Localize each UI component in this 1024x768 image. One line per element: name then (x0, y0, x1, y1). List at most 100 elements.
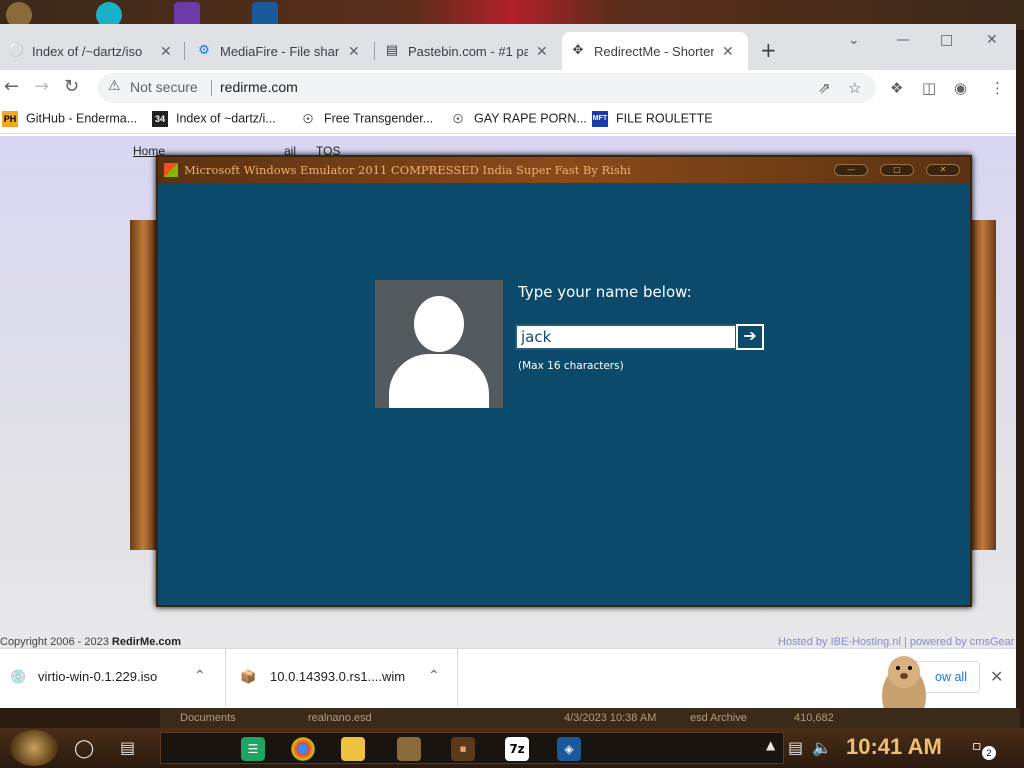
back-button[interactable]: ← (4, 76, 19, 97)
tab-search-chevron-icon[interactable]: ⌄ (848, 32, 860, 48)
ph-badge-icon: PH (2, 111, 18, 127)
footer-brand-link[interactable]: RedirMe.com (112, 636, 181, 648)
bookmark-label: Index of ~dartz/i... (176, 111, 276, 126)
windows-logo-icon (164, 163, 178, 177)
minimize-button[interactable]: — (896, 32, 910, 48)
file-explorer-icon[interactable] (341, 737, 365, 761)
name-prompt: Type your name below: (518, 283, 692, 301)
side-panel-icon[interactable]: ◫ (922, 79, 936, 97)
close-downloads-icon[interactable]: ✕ (990, 667, 1003, 686)
close-window-button[interactable]: ✕ (986, 32, 998, 48)
not-secure-label[interactable]: Not secure (130, 79, 198, 95)
name-input[interactable] (515, 324, 737, 350)
network-icon[interactable]: ▤ (788, 738, 803, 757)
footer-copyright: Copyright 2006 - 2023 RedirMe.com (0, 636, 181, 648)
tab-label: RedirectMe - Shorten (594, 43, 714, 59)
behind-size: 410,682 (794, 712, 834, 724)
tab-pastebin[interactable]: ▤ Pastebin.com - #1 paste tool ✕ (376, 32, 562, 70)
wim-app-icon[interactable]: ■ (451, 737, 475, 761)
tab-redirectme[interactable]: ✥ RedirectMe - Shorten ✕ (562, 32, 748, 70)
url-text[interactable]: redirme.com (220, 79, 298, 95)
tab-label: Pastebin.com - #1 paste tool (408, 43, 528, 59)
wim-file-icon: 📦 (240, 669, 257, 684)
iso-file-icon: 💿 (10, 669, 27, 684)
close-tab-icon[interactable]: ✕ (536, 43, 548, 60)
task-view-icon[interactable]: ▤ (120, 738, 135, 757)
tab-mediafire[interactable]: ⚙ MediaFire - File sharing ✕ (188, 32, 374, 70)
new-tab-button[interactable]: + (760, 38, 777, 62)
volume-muted-icon[interactable]: 🔈 (812, 738, 832, 757)
bookmark-label: GitHub - Enderma... (26, 111, 138, 126)
tab-label: Index of /~dartz/iso (32, 43, 143, 59)
max-characters-hint: (Max 16 characters) (518, 360, 624, 372)
emulator-screen: Type your name below: ➔ (Max 16 characte… (158, 183, 970, 605)
pastebin-icon: ▤ (385, 42, 399, 57)
emulator-close-button[interactable]: ✕ (926, 164, 960, 176)
chevron-up-icon[interactable]: ⌃ (428, 667, 440, 684)
menu-kebab-icon[interactable]: ⋮ (990, 79, 1005, 97)
profile-avatar-icon[interactable]: ◉ (954, 79, 967, 97)
behind-type: esd Archive (690, 712, 747, 724)
close-tab-icon[interactable]: ✕ (722, 43, 734, 60)
bookmark-free-trans[interactable]: ☉ Free Transgender... (300, 111, 433, 127)
tray-chevron-icon[interactable]: ▲ (766, 738, 775, 752)
browser-toolbar: ← → ↻ ⚠ Not secure redirme.com ⇗ ☆ ❖ ◫ ◉… (0, 70, 1016, 106)
forward-button[interactable]: → (34, 76, 49, 97)
address-bar[interactable]: ⚠ Not secure redirme.com ⇗ ☆ (98, 73, 876, 103)
search-circle-icon[interactable]: ◯ (74, 738, 94, 759)
steampunk-frame-left (130, 220, 156, 550)
mediafire-icon: ⚙ (198, 42, 210, 57)
emulator-window: Microsoft Windows Emulator 2011 COMPRESS… (156, 155, 972, 607)
background-explorer-row: Documents realnano.esd 4/3/2023 10:38 AM… (160, 708, 1020, 728)
notification-count-badge: 2 (982, 746, 996, 760)
tab-separator (374, 42, 375, 60)
emulator-maximize-button[interactable]: □ (880, 164, 914, 176)
warning-triangle-icon[interactable]: ⚠ (108, 78, 121, 94)
redirect-icon: ✥ (572, 42, 584, 57)
sheets-icon[interactable]: ☰ (241, 737, 265, 761)
downloads-shelf: 💿 virtio-win-0.1.229.iso ⌃ 📦 10.0.14393.… (0, 648, 1016, 707)
avatar-head (414, 296, 464, 352)
bookmarks-bar: PH GitHub - Enderma... 34 Index of ~dartz/… (0, 106, 1016, 134)
taskbar: ◯ ▤ ☰ ■ 7z ◈ ▲ ▤ 🔈 10:41 AM ▫ 2 (0, 728, 1024, 768)
extensions-puzzle-icon[interactable]: ❖ (890, 79, 903, 97)
tab-separator (184, 42, 185, 60)
maximize-button[interactable]: □ (940, 32, 953, 48)
globe-icon: ☉ (452, 112, 464, 126)
submit-arrow-button[interactable]: ➔ (736, 324, 764, 350)
tab-index-of[interactable]: ⚪ Index of /~dartz/iso ✕ (0, 32, 184, 70)
close-tab-icon[interactable]: ✕ (160, 43, 172, 60)
virtualbox-icon[interactable]: ◈ (557, 737, 581, 761)
taskbar-app-tray: ☰ ■ 7z ◈ (160, 732, 784, 764)
close-tab-icon[interactable]: ✕ (348, 43, 360, 60)
download-item[interactable]: 📦 10.0.14393.0.rs1....wim ⌃ (226, 649, 458, 707)
start-button[interactable] (10, 730, 58, 766)
download-item[interactable]: 💿 virtio-win-0.1.229.iso ⌃ (0, 649, 226, 707)
footer-hosted[interactable]: Hosted by IBE-Hosting.nl | powered by cm… (778, 636, 1014, 648)
reload-button[interactable]: ↻ (64, 76, 79, 97)
7zip-icon[interactable]: 7z (505, 737, 529, 761)
chrome-icon[interactable] (291, 737, 315, 761)
emulator-title: Microsoft Windows Emulator 2011 COMPRESS… (184, 163, 631, 177)
bookmark-gay-rape[interactable]: ☉ GAY RAPE PORN... (450, 111, 587, 127)
share-icon[interactable]: ⇗ (818, 79, 831, 97)
bookmark-label: FILE ROULETTE (616, 111, 713, 126)
emulator-titlebar[interactable]: Microsoft Windows Emulator 2011 COMPRESS… (158, 157, 970, 183)
mft-badge-icon: MFT (592, 111, 608, 127)
behind-documents: Documents (180, 712, 236, 724)
bookmark-file-roulette[interactable]: MFT FILE ROULETTE (592, 111, 713, 127)
app-thumbnail-icon[interactable] (397, 737, 421, 761)
emulator-minimize-button[interactable]: — (834, 164, 868, 176)
bookmark-index-of[interactable]: 34 Index of ~dartz/i... (152, 111, 276, 127)
taskbar-clock[interactable]: 10:41 AM (846, 734, 942, 760)
star-icon[interactable]: ☆ (848, 79, 861, 97)
copyright-text: Copyright 2006 - 2023 (0, 636, 109, 648)
omnibox-divider (211, 80, 212, 96)
bookmark-label: Free Transgender... (324, 111, 434, 126)
steampunk-frame-right (970, 220, 996, 550)
download-filename: 10.0.14393.0.rs1....wim (270, 669, 406, 684)
behind-filename: realnano.esd (308, 712, 372, 724)
bookmark-github[interactable]: PH GitHub - Enderma... (2, 111, 137, 127)
globe-icon: ☉ (302, 112, 314, 126)
chevron-up-icon[interactable]: ⌃ (194, 667, 206, 684)
